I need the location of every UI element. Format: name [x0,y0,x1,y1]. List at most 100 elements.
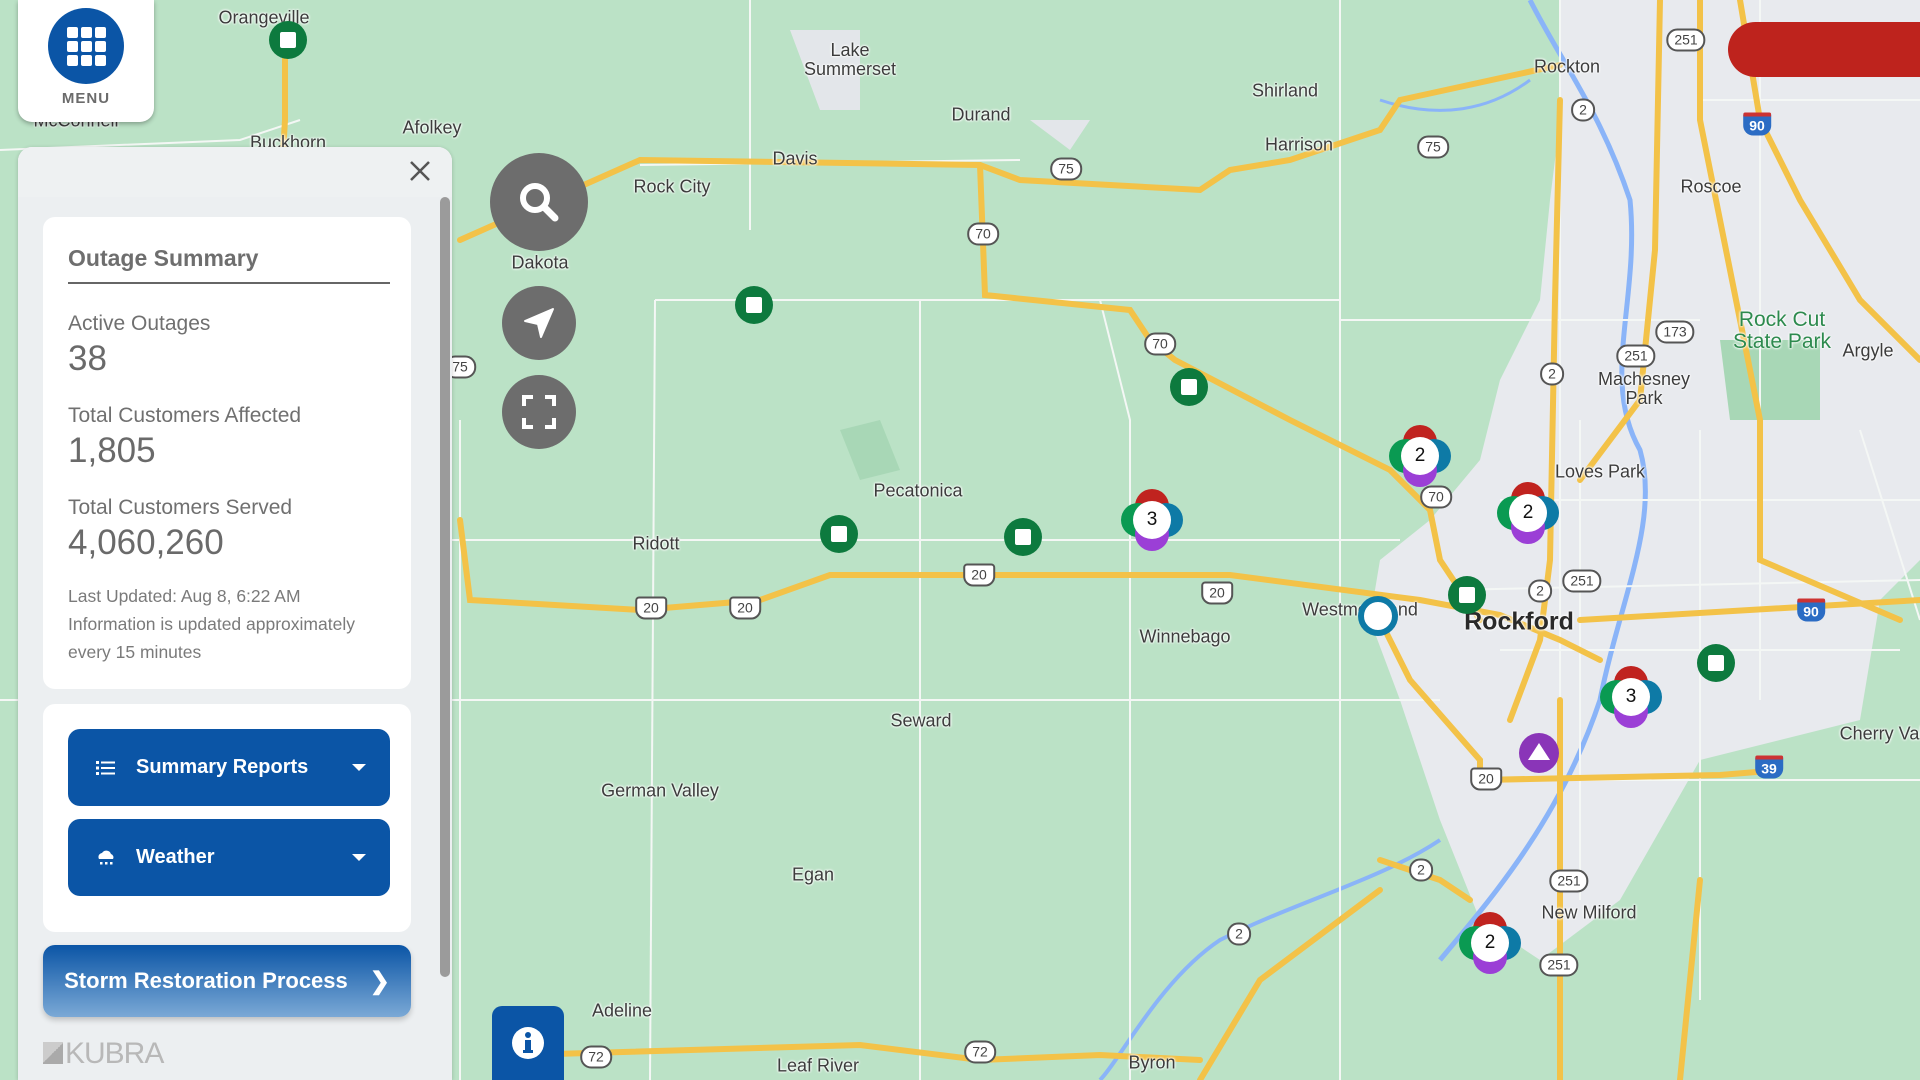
weather-label: Weather [136,846,215,868]
search-button[interactable] [490,153,588,251]
summary-reports-dropdown[interactable]: Summary Reports [68,729,390,806]
customers-affected-value: 1,805 [68,431,156,470]
place-label: Seward [890,710,952,731]
outage-cluster[interactable]: 2 [1497,482,1559,544]
route-shield: 251 [1666,28,1706,52]
place-label: Davis [772,148,818,169]
route-shield: 75 [1417,135,1449,159]
route-shield: 251 [1562,569,1602,593]
place-label: Dakota [511,252,569,273]
route-shield: 70 [1420,485,1452,509]
route-shield: 251 [1616,344,1656,368]
info-icon [512,1027,544,1059]
weather-cloud-icon [92,849,120,867]
route-shield: 2 [1528,579,1552,603]
storm-restoration-button[interactable]: Storm Restoration Process ❯ [43,945,411,1017]
scrollbar-thumb[interactable] [440,197,450,977]
fullscreen-button[interactable] [502,375,576,449]
place-label: Byron [1128,1052,1176,1073]
place-label: Shirland [1251,80,1319,101]
customers-served-label: Total Customers Served [68,496,293,519]
chevron-right-icon: ❯ [369,967,390,995]
route-shield: 75 [1050,157,1082,181]
route-shield: 39 [1755,755,1783,779]
outage-marker[interactable] [269,21,307,59]
place-label: Cherry Valley [1839,723,1920,744]
customers-affected-label: Total Customers Affected [68,404,302,427]
place-label: Roscoe [1680,176,1742,197]
outage-marker[interactable] [1448,576,1486,614]
route-shield: 72 [580,1045,612,1069]
summary-reports-label: Summary Reports [136,756,309,778]
chevron-down-icon [352,764,366,771]
place-label: Harrison [1264,134,1334,155]
cluster-count: 2 [1509,494,1547,532]
place-label: Egan [791,864,835,885]
outage-cluster[interactable]: 2 [1389,425,1451,487]
place-label: New Milford [1541,902,1637,923]
outage-marker[interactable] [820,515,858,553]
menu-button[interactable]: MENU [18,0,154,122]
place-label: German Valley [601,780,719,801]
route-shield: 20 [635,596,667,620]
last-updated: Last Updated: Aug 8, 6:22 AM [68,586,301,606]
place-label: Leaf River [776,1055,860,1076]
place-label: Rock City [633,176,711,197]
place-label: Ridott [632,533,680,554]
outage-status-marker[interactable] [1519,733,1559,773]
place-label: Pecatonica [873,480,963,501]
list-icon [92,760,120,776]
route-shield: 70 [967,222,999,246]
route-shield: 2 [1409,858,1433,882]
outage-marker[interactable] [1170,368,1208,406]
route-shield: 90 [1797,598,1825,622]
outage-summary-card: Outage Summary Active Outages 38 Total C… [43,217,411,689]
search-icon [520,183,559,222]
panel-header [18,147,452,197]
outage-cluster[interactable]: 3 [1121,489,1183,551]
route-shield: 20 [1470,767,1502,791]
place-label: Winnebago [1139,626,1231,647]
place-label: Argyle [1842,340,1894,361]
route-shield: 251 [1549,869,1589,893]
chevron-down-icon [352,854,366,861]
customers-served-value: 4,060,260 [68,523,224,562]
fullscreen-icon [522,395,556,429]
route-shield: 20 [1201,581,1233,605]
menu-label: MENU [61,90,111,107]
info-button[interactable] [492,1006,564,1080]
route-shield: 20 [729,596,761,620]
place-label: Rockford [1464,607,1574,636]
weather-dropdown[interactable]: Weather [68,819,390,896]
place-label: Rock Cut State Park [1732,308,1832,353]
place-label: Durand [951,104,1011,125]
outage-marker[interactable] [735,286,773,324]
kubra-logo: KUBRA [43,1037,164,1071]
outage-marker[interactable] [1697,644,1735,682]
close-icon[interactable] [406,157,434,185]
alert-banner[interactable] [1728,22,1920,77]
active-outages-value: 38 [68,339,107,378]
place-label: Loves Park [1554,461,1646,482]
outage-marker[interactable] [1004,518,1042,556]
route-shield: 2 [1571,98,1595,122]
actions-card: Summary Reports Weather [43,704,411,932]
route-shield: 173 [1655,320,1695,344]
route-shield: 2 [1540,362,1564,386]
storm-restoration-label: Storm Restoration Process [64,968,348,993]
place-label: Adeline [591,1000,653,1021]
place-label: Afolkey [402,117,462,138]
outage-cluster[interactable]: 3 [1600,666,1662,728]
place-label: Machesney Park [1597,369,1691,408]
title-divider [68,282,390,284]
route-shield: 72 [964,1040,996,1064]
active-outages-label: Active Outages [68,312,211,335]
locate-button[interactable] [502,286,576,360]
route-shield: 251 [1539,953,1579,977]
crew-assigned-marker[interactable] [1358,596,1398,636]
outage-summary-panel: Outage Summary Active Outages 38 Total C… [18,147,452,1080]
route-shield: 20 [963,563,995,587]
panel-scrollbar[interactable] [440,197,450,977]
outage-cluster[interactable]: 2 [1459,912,1521,974]
place-label: Rockton [1533,56,1601,77]
